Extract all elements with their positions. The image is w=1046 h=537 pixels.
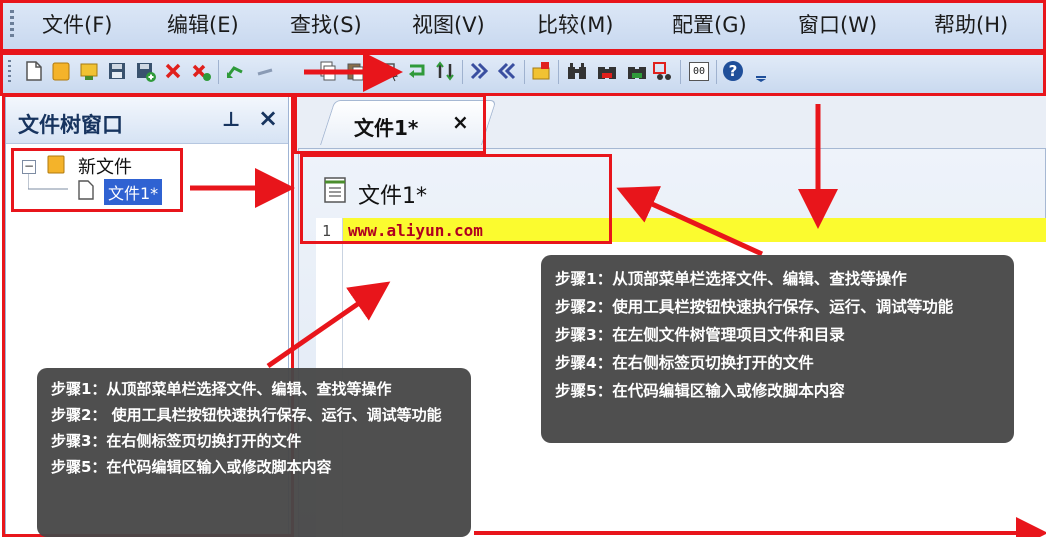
help-label: ? [723, 61, 743, 81]
menu-config[interactable]: 配置(G) [672, 9, 747, 39]
menu-view[interactable]: 视图(V) [412, 9, 485, 39]
toolbar-separator [716, 60, 717, 84]
note-left-line-3: 步骤3：在右侧标签页切换打开的文件 [51, 432, 302, 450]
file-tree-header: 文件树窗口 ⊥ × [6, 97, 288, 144]
tree-file-item[interactable]: 文件1* [104, 179, 163, 205]
hex-label: 00 [689, 61, 709, 81]
tree-folder-label[interactable]: 新文件 [78, 153, 132, 179]
open-project-icon[interactable] [78, 60, 100, 82]
sort-icon[interactable] [434, 60, 456, 82]
new-file-icon[interactable] [22, 60, 44, 82]
document-icon [322, 176, 348, 208]
note-right-line-2: 步骤2：使用工具栏按钮快速执行保存、运行、调试等功能 [555, 298, 954, 316]
file-tree-title: 文件树窗口 [18, 113, 123, 137]
replace-icon[interactable] [652, 60, 674, 82]
note-left-line-1: 步骤1：从顶部菜单栏选择文件、编辑、查找等操作 [51, 380, 392, 398]
tab-close-icon[interactable]: × [452, 110, 469, 134]
tree-expander[interactable]: − [22, 160, 36, 174]
paste-icon[interactable] [344, 60, 366, 82]
save-all-icon[interactable] [134, 60, 156, 82]
toolbar-separator [524, 60, 525, 84]
pin-icon[interactable]: ⊥ [222, 107, 240, 131]
bookmark-icon[interactable] [530, 60, 552, 82]
close-all-icon[interactable] [190, 60, 212, 82]
undo-icon[interactable] [224, 60, 246, 82]
tab-file1[interactable]: 文件1* [354, 112, 418, 141]
toolbar-separator [462, 60, 463, 84]
line-number: 1 [322, 222, 332, 240]
close-icon[interactable] [162, 60, 184, 82]
outdent-icon[interactable] [496, 60, 518, 82]
toolbar-separator [372, 60, 373, 84]
menu-bar: 文件(F) 编辑(E) 查找(S) 视图(V) 比较(M) 配置(G) 窗口(W… [0, 0, 1046, 50]
toolbar-separator [680, 60, 681, 84]
redo-icon[interactable] [254, 60, 276, 82]
caption-note-left: 步骤1：从顶部菜单栏选择文件、编辑、查找等操作 步骤2： 使用工具栏按钮快速执行… [37, 368, 471, 537]
toolbar-grip[interactable] [8, 60, 11, 82]
note-right-line-3: 步骤3：在左侧文件树管理项目文件和目录 [555, 326, 845, 344]
note-right-line-5: 步骤5：在代码编辑区输入或修改脚本内容 [555, 382, 845, 400]
select-icon[interactable] [378, 60, 400, 82]
overflow-icon[interactable] [750, 60, 772, 82]
save-icon[interactable] [106, 60, 128, 82]
menu-compare[interactable]: 比较(M) [537, 9, 614, 39]
find-icon[interactable] [566, 60, 588, 82]
hex-icon[interactable]: 00 [688, 60, 710, 82]
menu-help[interactable]: 帮助(H) [934, 9, 1008, 39]
toolbar-separator [558, 60, 559, 84]
menu-file[interactable]: 文件(F) [42, 9, 112, 39]
copy-icon[interactable] [316, 60, 338, 82]
help-icon[interactable]: ? [722, 60, 744, 82]
note-right-line-1: 步骤1：从顶部菜单栏选择文件、编辑、查找等操作 [555, 270, 907, 288]
menu-search[interactable]: 查找(S) [290, 9, 362, 39]
menu-window[interactable]: 窗口(W) [798, 9, 877, 39]
find-prev-icon[interactable] [626, 60, 648, 82]
menu-edit[interactable]: 编辑(E) [167, 9, 239, 39]
caption-note-right: 步骤1：从顶部菜单栏选择文件、编辑、查找等操作 步骤2：使用工具栏按钮快速执行保… [541, 255, 1014, 443]
indent-icon[interactable] [468, 60, 490, 82]
tree-connector [28, 173, 68, 190]
toolbar: 00 ? [0, 50, 1046, 94]
find-next-icon[interactable] [596, 60, 618, 82]
note-left-line-4: 步骤5：在代码编辑区输入或修改脚本内容 [51, 458, 332, 476]
toolbar-separator [218, 60, 219, 84]
wrap-icon[interactable] [406, 60, 428, 82]
note-left-line-2: 步骤2： 使用工具栏按钮快速执行保存、运行、调试等功能 [51, 406, 442, 424]
note-right-line-4: 步骤4：在右侧标签页切换打开的文件 [555, 354, 814, 372]
document-title: 文件1* [358, 184, 427, 209]
close-panel-icon[interactable]: × [258, 104, 278, 132]
tree-file-icon [76, 179, 96, 205]
code-line[interactable]: www.aliyun.com [348, 221, 483, 240]
open-folder-icon[interactable] [50, 60, 72, 82]
menu-grip[interactable] [10, 10, 14, 40]
